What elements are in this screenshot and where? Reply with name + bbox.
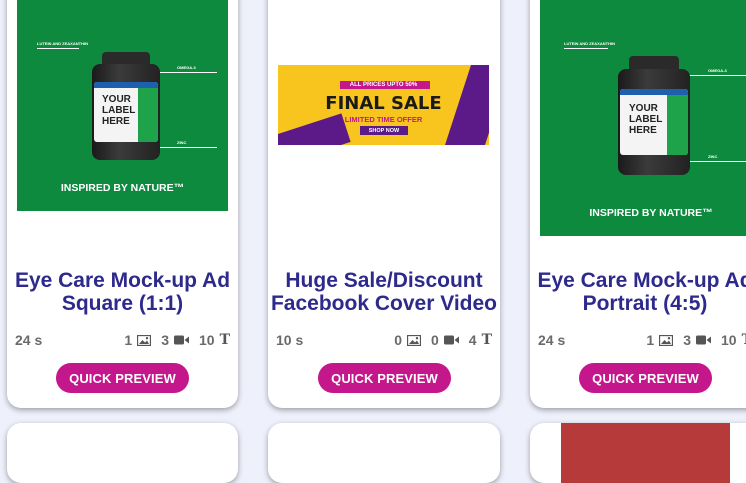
text-count: 10 bbox=[721, 332, 737, 348]
template-thumbnail[interactable]: LUTEIN AND ZEAXANTHIN OMEGA-3 ZINC YOUR … bbox=[17, 0, 228, 211]
bottle-label-text: YOUR LABEL HERE bbox=[102, 94, 136, 127]
video-count: 3 bbox=[161, 332, 169, 348]
thumb-tag: LUTEIN AND ZEAXANTHIN bbox=[37, 41, 88, 46]
duration: 10 s bbox=[276, 332, 304, 348]
text-icon: T bbox=[742, 332, 746, 348]
thumb-tag: ZINC bbox=[177, 140, 187, 145]
sale-cta: SHOP NOW bbox=[360, 126, 408, 135]
image-count: 1 bbox=[124, 332, 133, 348]
sale-banner-image: ALL PRICES UPTO 50% FINAL SALE LIMITED T… bbox=[278, 65, 489, 145]
template-card-row2-2[interactable] bbox=[268, 423, 500, 483]
text-icon: T bbox=[219, 332, 230, 348]
duration: 24 s bbox=[15, 332, 43, 348]
thumb-tag: OMEGA-3 bbox=[177, 65, 196, 70]
card-meta: 24 s 1 3 10 T bbox=[530, 332, 746, 348]
bottle-label-text: YOUR LABEL HERE bbox=[629, 103, 663, 136]
text-count: 10 bbox=[199, 332, 215, 348]
image-count: 0 bbox=[394, 332, 402, 348]
video-camera-icon bbox=[443, 335, 459, 345]
supplement-mockup-image: LUTEIN AND ZEAXANTHIN OMEGA-3 ZINC YOUR … bbox=[17, 0, 228, 211]
quick-preview-button[interactable]: QUICK PREVIEW bbox=[579, 363, 712, 393]
bottle-image: YOUR LABEL HERE bbox=[90, 52, 162, 160]
card-meta: 10 s 0 0 4 T bbox=[268, 332, 500, 348]
template-thumbnail[interactable] bbox=[561, 423, 730, 483]
supplement-mockup-image: LUTEIN AND ZEAXANTHIN OMEGA-3 ZINC YOUR … bbox=[540, 0, 746, 236]
quick-preview-button[interactable]: QUICK PREVIEW bbox=[318, 363, 451, 393]
video-count: 3 bbox=[683, 332, 691, 348]
template-card-row2-3[interactable] bbox=[530, 423, 746, 483]
template-card-eye-care-portrait[interactable]: LUTEIN AND ZEAXANTHIN OMEGA-3 ZINC YOUR … bbox=[530, 0, 746, 408]
image-icon bbox=[659, 334, 674, 346]
template-card-row2-1[interactable] bbox=[7, 423, 238, 483]
card-title: Eye Care Mock-up Ad Square (1:1) bbox=[14, 269, 231, 315]
quick-preview-button[interactable]: QUICK PREVIEW bbox=[56, 363, 189, 393]
template-thumbnail[interactable]: LUTEIN AND ZEAXANTHIN OMEGA-3 ZINC YOUR … bbox=[540, 0, 746, 236]
text-count: 4 bbox=[468, 332, 477, 348]
image-count: 1 bbox=[646, 332, 655, 348]
bottle-image: YOUR LABEL HERE bbox=[616, 56, 692, 176]
thumb-tag: OMEGA-3 bbox=[708, 68, 727, 73]
video-camera-icon bbox=[174, 335, 189, 345]
thumb-tagline: INSPIRED BY NATURE™ bbox=[589, 207, 713, 219]
card-title: Huge Sale/Discount Facebook Cover Video bbox=[270, 269, 498, 315]
thumb-tag: LUTEIN AND ZEAXANTHIN bbox=[564, 41, 615, 46]
thumb-tag: ZINC bbox=[708, 154, 718, 159]
sale-headline: FINAL SALE bbox=[325, 93, 442, 114]
thumb-tagline: INSPIRED BY NATURE™ bbox=[60, 182, 185, 194]
sale-top-text: ALL PRICES UPTO 50% bbox=[349, 82, 418, 88]
duration: 24 s bbox=[538, 332, 566, 348]
image-icon bbox=[406, 334, 421, 346]
text-icon: T bbox=[481, 332, 492, 348]
sale-subtext: LIMITED TIME OFFER bbox=[344, 115, 423, 124]
template-thumbnail[interactable]: ALL PRICES UPTO 50% FINAL SALE LIMITED T… bbox=[278, 65, 489, 145]
video-camera-icon bbox=[696, 335, 711, 345]
card-title: Eye Care Mock-up Ad Portrait (4:5) bbox=[537, 269, 746, 315]
template-card-huge-sale[interactable]: ALL PRICES UPTO 50% FINAL SALE LIMITED T… bbox=[268, 0, 500, 408]
image-icon bbox=[137, 334, 152, 346]
template-card-eye-care-square[interactable]: LUTEIN AND ZEAXANTHIN OMEGA-3 ZINC YOUR … bbox=[7, 0, 238, 408]
video-count: 0 bbox=[430, 332, 439, 348]
card-meta: 24 s 1 3 10 T bbox=[7, 332, 238, 348]
